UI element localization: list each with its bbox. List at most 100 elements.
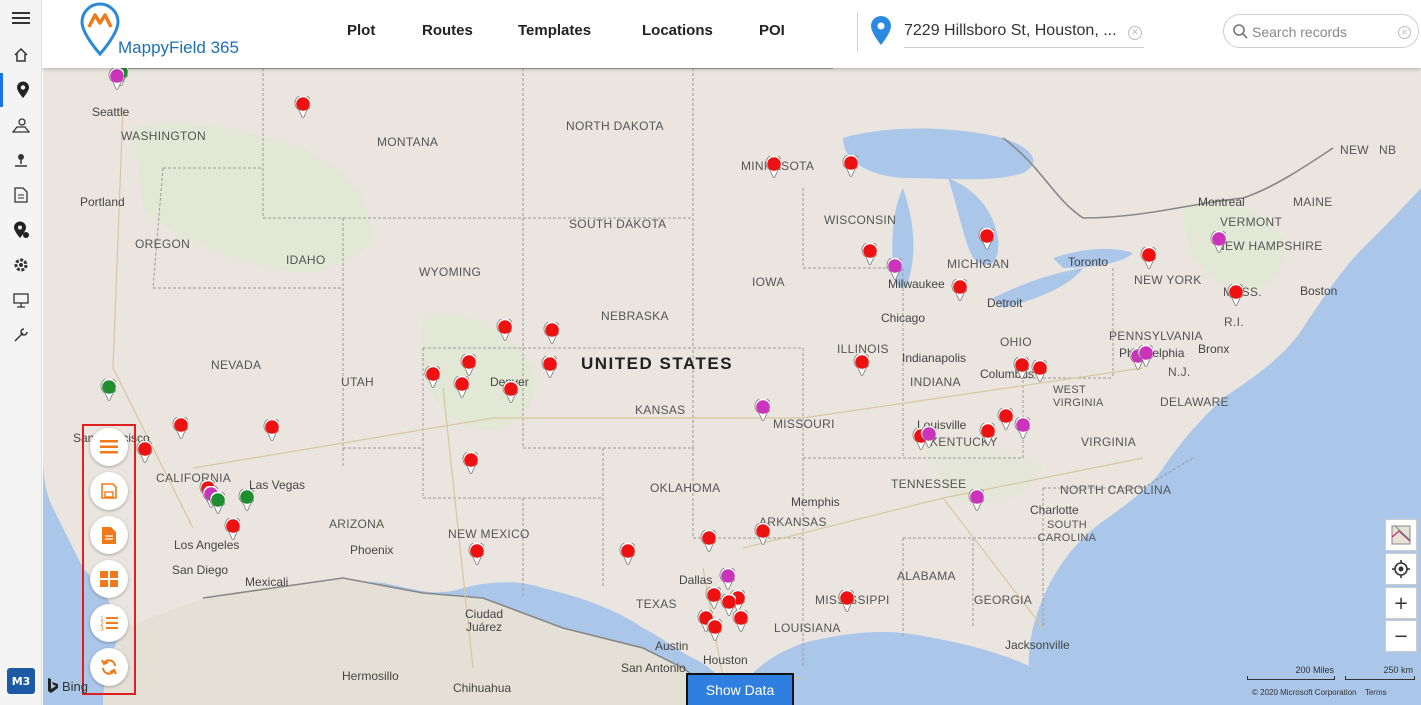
search-input[interactable]: Search records <box>1252 24 1347 40</box>
map-canvas[interactable]: UNITED STATES WASHINGTON MONTANA NORTH D… <box>43 68 1421 705</box>
copyright: © 2020 Microsoft Corporation Terms <box>1252 688 1387 697</box>
map-marker-pin[interactable] <box>460 354 476 376</box>
refresh-icon[interactable] <box>90 648 128 686</box>
tools-icon[interactable] <box>0 318 42 352</box>
map-marker-pin[interactable] <box>453 376 469 398</box>
zoom-out-icon[interactable]: − <box>1385 620 1417 652</box>
state-label: OHIO <box>1000 335 1032 349</box>
grid-icon[interactable] <box>90 560 128 598</box>
zoom-in-icon[interactable]: + <box>1385 587 1417 619</box>
map-marker-pin[interactable] <box>920 426 936 448</box>
map-marker-pin[interactable] <box>754 399 770 421</box>
map-marker-pin[interactable] <box>886 258 902 280</box>
map-marker-pin[interactable] <box>732 610 748 632</box>
map-style-icon[interactable] <box>1385 519 1417 551</box>
home-icon[interactable] <box>0 38 42 72</box>
map-marker-pin[interactable] <box>1031 360 1047 382</box>
map-marker-pin[interactable] <box>543 322 559 344</box>
map-marker-pin[interactable] <box>209 492 225 514</box>
state-label: NEW YORK <box>1134 273 1202 287</box>
map-marker-pin[interactable] <box>108 68 124 90</box>
map-marker-pin[interactable] <box>700 530 716 552</box>
map-marker-pin[interactable] <box>1137 345 1153 367</box>
map-marker-pin[interactable] <box>951 279 967 301</box>
map-marker-pin[interactable] <box>468 543 484 565</box>
map-marker-pin[interactable] <box>838 590 854 612</box>
state-label: OREGON <box>135 237 191 251</box>
logo[interactable]: MappyField 365 <box>78 2 278 64</box>
state-label: DELAWARE <box>1160 395 1229 409</box>
map-marker-pin[interactable] <box>853 354 869 376</box>
numbered-list-icon[interactable]: 123 <box>90 604 128 642</box>
map-marker-pin[interactable] <box>100 379 116 401</box>
location-pin-icon[interactable] <box>0 73 42 107</box>
map-marker-pin[interactable] <box>705 587 721 609</box>
map-marker-pin[interactable] <box>1140 247 1156 269</box>
country-label: UNITED STATES <box>581 354 734 373</box>
hamburger-icon[interactable] <box>0 1 42 35</box>
map-marker-pin[interactable] <box>502 381 518 403</box>
map-marker-pin[interactable] <box>842 155 858 177</box>
state-label: IDAHO <box>286 253 326 267</box>
map-marker-pin[interactable] <box>619 543 635 565</box>
terms-link[interactable]: Terms <box>1365 688 1387 697</box>
nav-locations[interactable]: Locations <box>642 22 713 39</box>
city-label: Ciudad Juárez <box>464 607 504 634</box>
map-marker-pin[interactable] <box>172 417 188 439</box>
map-marker-pin[interactable] <box>719 568 735 590</box>
map-marker-pin[interactable] <box>1014 417 1030 439</box>
map-marker-pin[interactable] <box>263 419 279 441</box>
map-marker-pin[interactable] <box>294 96 310 118</box>
document-icon[interactable] <box>0 178 42 212</box>
map-marker-pin[interactable] <box>861 243 877 265</box>
state-label: VERMONT <box>1220 215 1283 229</box>
scale-km: 250 km <box>1383 665 1413 675</box>
search-box[interactable]: Search records ✕ <box>1223 14 1419 48</box>
state-label: NORTH DAKOTA <box>566 119 664 133</box>
state-label: GEORGIA <box>974 593 1033 607</box>
nav-routes[interactable]: Routes <box>422 22 473 39</box>
map-marker-pin[interactable] <box>765 156 781 178</box>
nav-plot[interactable]: Plot <box>347 22 375 39</box>
map-marker-pin[interactable] <box>541 356 557 378</box>
route-map-icon[interactable] <box>0 108 42 142</box>
avatar[interactable]: M3 <box>7 668 35 694</box>
map-marker-pin[interactable] <box>979 423 995 445</box>
show-data-button[interactable]: Show Data <box>686 673 794 705</box>
address-clear-icon[interactable]: ✕ <box>1128 26 1142 40</box>
map-marker-pin[interactable] <box>136 441 152 463</box>
map-marker-pin[interactable] <box>1210 231 1226 253</box>
map-marker-pin[interactable] <box>496 319 512 341</box>
location-settings-icon[interactable] <box>0 213 42 247</box>
map-marker-pin[interactable] <box>978 228 994 250</box>
list-icon[interactable] <box>90 428 128 466</box>
nav-templates[interactable]: Templates <box>518 22 591 39</box>
map-marker-pin[interactable] <box>462 452 478 474</box>
header-divider <box>857 12 858 52</box>
map-marker-pin[interactable] <box>224 518 240 540</box>
search-clear-icon[interactable]: ✕ <box>1398 26 1411 39</box>
gear-icon[interactable] <box>0 248 42 282</box>
map-marker-pin[interactable] <box>238 489 254 511</box>
map-marker-pin[interactable] <box>968 489 984 511</box>
territory-icon[interactable] <box>0 143 42 177</box>
state-label: NB <box>1379 143 1397 157</box>
search-icon <box>1233 24 1248 39</box>
city-label: Hermosillo <box>342 669 399 683</box>
map-marker-pin[interactable] <box>1013 357 1029 379</box>
map-marker-pin[interactable] <box>997 408 1013 430</box>
map-marker-pin[interactable] <box>754 523 770 545</box>
locate-icon[interactable] <box>1385 553 1417 585</box>
state-label: NEVADA <box>211 358 262 372</box>
map-marker-pin[interactable] <box>1227 284 1243 306</box>
save-icon[interactable] <box>90 472 128 510</box>
city-label: Detroit <box>987 296 1023 310</box>
report-icon[interactable] <box>90 516 128 554</box>
nav-poi[interactable]: POI <box>759 22 785 39</box>
map-marker-pin[interactable] <box>424 366 440 388</box>
state-label: TEXAS <box>636 597 677 611</box>
presentation-icon[interactable] <box>0 283 42 317</box>
city-label: Boston <box>1300 284 1338 298</box>
address-input[interactable]: 7229 Hillsboro St, Houston, ... <box>904 14 1144 48</box>
map-marker-pin[interactable] <box>706 619 722 641</box>
